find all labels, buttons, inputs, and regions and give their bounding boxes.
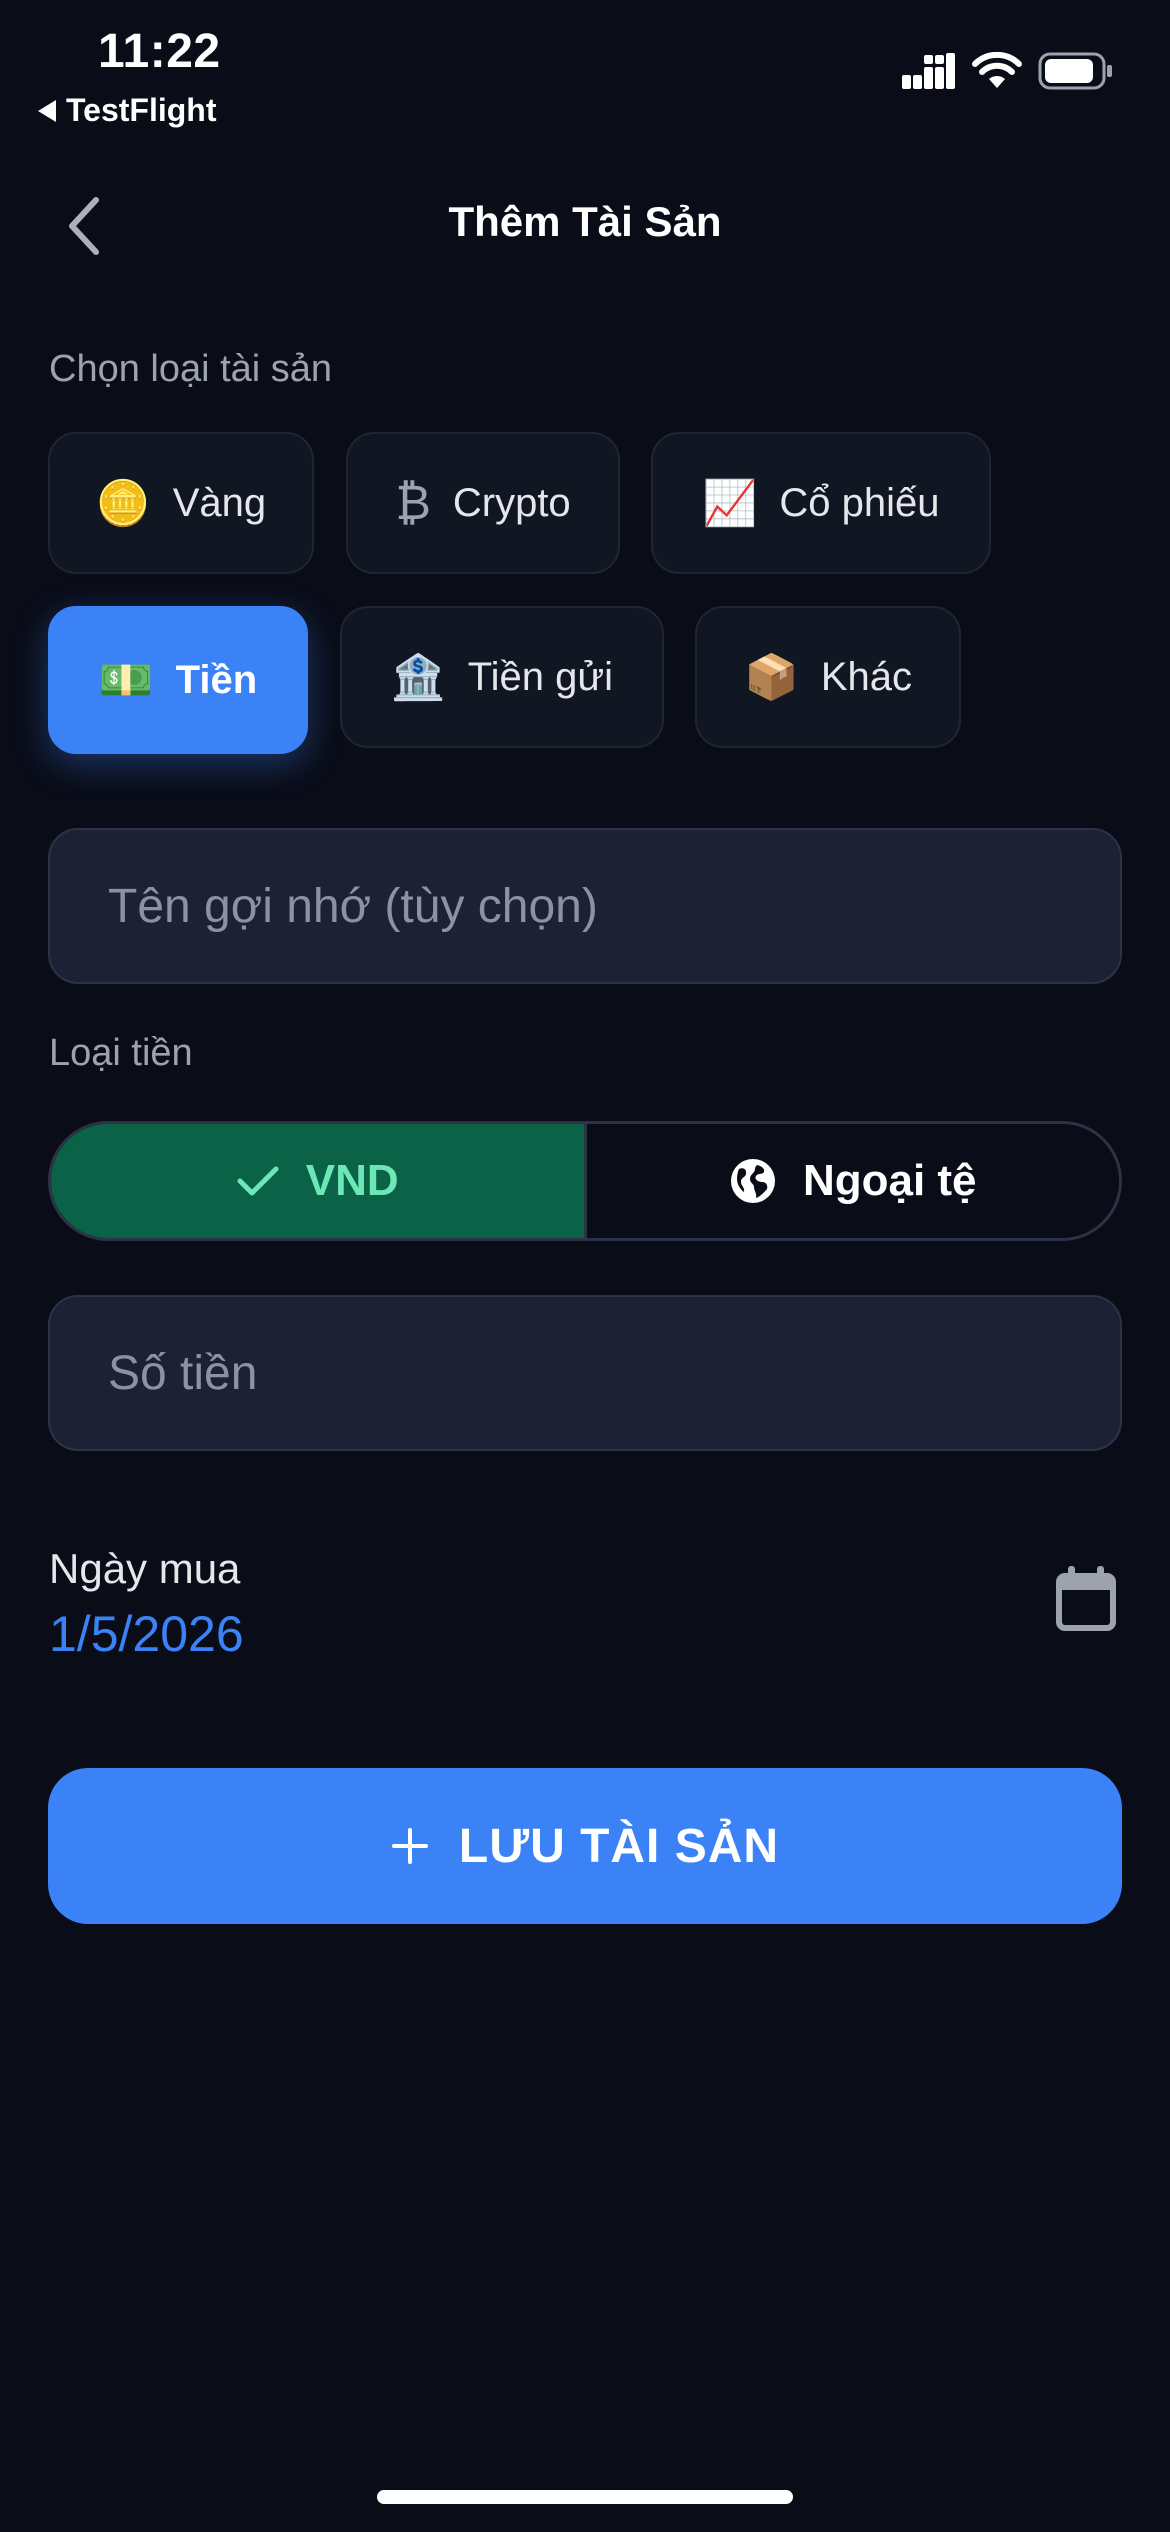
currency-option-vnd[interactable]: VND: [51, 1124, 584, 1238]
back-triangle-icon: [38, 99, 56, 122]
back-to-app-link[interactable]: TestFlight: [38, 92, 217, 129]
plus-icon: [391, 1828, 428, 1864]
calendar-icon: [1056, 1566, 1116, 1631]
back-app-label: TestFlight: [66, 92, 217, 128]
asset-type-label: Chọn loại tài sản: [49, 348, 333, 390]
asset-type-cash[interactable]: 💵 Tiền: [48, 606, 308, 754]
chip-label: Cổ phiếu: [779, 480, 940, 525]
purchase-date-label: Ngày mua: [49, 1545, 241, 1592]
battery-icon: [1038, 52, 1112, 90]
chip-label: Crypto: [452, 480, 571, 525]
chart-up-icon: 📈: [702, 479, 758, 528]
check-icon: [237, 1166, 279, 1196]
chip-label: Tiền: [175, 657, 258, 702]
purchase-date-value[interactable]: 1/5/2026: [49, 1605, 244, 1663]
bitcoin-icon: ₿: [395, 476, 431, 530]
chip-label: Khác: [820, 654, 912, 699]
asset-type-deposit[interactable]: 🏦 Tiền gửi: [340, 606, 664, 748]
calendar-button[interactable]: [1050, 1563, 1122, 1635]
nickname-input[interactable]: [48, 828, 1122, 984]
bank-icon: 🏦: [390, 653, 446, 702]
signal-icon: [902, 53, 955, 89]
asset-type-crypto[interactable]: ₿ Crypto: [346, 432, 620, 574]
currency-type-label: Loại tiền: [49, 1032, 193, 1074]
status-time: 11:22: [98, 25, 221, 78]
currency-option-label: Ngoại tệ: [802, 1156, 977, 1205]
amount-input[interactable]: [48, 1295, 1122, 1451]
currency-type-segmented-control: VND Ngoại tệ: [48, 1121, 1122, 1241]
asset-type-other[interactable]: 📦 Khác: [695, 606, 961, 748]
currency-option-label: VND: [305, 1156, 399, 1205]
home-indicator[interactable]: [377, 2490, 793, 2504]
banknote-icon: 💵: [98, 656, 154, 705]
chip-label: Tiền gửi: [467, 654, 614, 699]
currency-option-foreign[interactable]: Ngoại tệ: [583, 1124, 1119, 1238]
globe-icon: [730, 1159, 775, 1203]
page-title: Thêm Tài Sản: [448, 198, 722, 245]
save-button-label: LƯU TÀI SẢN: [458, 1819, 780, 1873]
save-asset-button[interactable]: LƯU TÀI SẢN: [48, 1768, 1122, 1924]
asset-type-gold[interactable]: 🪙 Vàng: [48, 432, 314, 574]
asset-type-stock[interactable]: 📈 Cổ phiếu: [651, 432, 991, 574]
status-icons: [902, 52, 1114, 90]
wifi-icon: [972, 52, 1022, 88]
chip-label: Vàng: [172, 480, 267, 525]
package-icon: 📦: [744, 653, 799, 702]
gold-bar-icon: 🪙: [95, 479, 151, 528]
